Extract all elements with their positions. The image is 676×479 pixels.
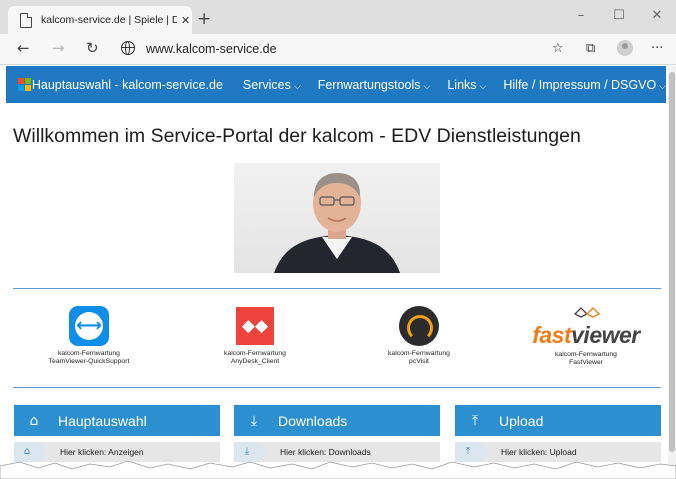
divider-top — [13, 288, 661, 289]
panel-title: Hauptauswahl — [58, 412, 147, 429]
chevron-down-icon: ⌵ — [479, 80, 487, 91]
windows-logo-icon — [18, 78, 31, 91]
tool-pcvisit[interactable]: kalcom-Fernwartung pcVisit — [344, 306, 494, 366]
anydesk-icon: ◆◆ — [236, 307, 274, 345]
browser-toolbar: ← → ↻ www.kalcom-service.de ☆ ⧉ ··· — [0, 34, 676, 65]
tab-close-icon[interactable]: ✕ — [181, 14, 190, 27]
forward-button[interactable]: → — [52, 39, 65, 57]
tool-fastviewer[interactable]: fastviewer kalcom-Fernwartung FastViewer — [511, 304, 661, 367]
teamviewer-icon — [69, 306, 109, 346]
new-tab-button[interactable]: + — [197, 9, 211, 29]
chevron-down-icon: ⌵ — [293, 80, 301, 91]
panel-title: Downloads — [278, 412, 348, 429]
nav-item-fernwartungstools[interactable]: Fernwartungstools ⌵ — [318, 78, 431, 92]
nav-item-label: Services — [242, 77, 291, 92]
home-icon: ⌂ — [29, 412, 39, 429]
tab-title: kalcom-service.de | Spiele | Das S — [41, 14, 177, 26]
more-menu-icon[interactable]: ··· — [651, 41, 663, 56]
globe-icon — [121, 41, 135, 55]
collections-icon[interactable]: ⧉ — [586, 41, 595, 56]
panel-hauptauswahl[interactable]: ⌂ Hauptauswahl — [14, 405, 220, 436]
tool-caption-line1: kalcom-Fernwartung — [555, 351, 617, 358]
maximize-button[interactable]: ☐ — [600, 0, 638, 30]
fastviewer-mark-icon — [573, 307, 601, 318]
browser-tab[interactable]: kalcom-service.de | Spiele | Das S ✕ — [8, 6, 192, 34]
tool-caption-line2: TeamViewer-QuickSupport — [48, 358, 130, 365]
nav-brand-link[interactable]: Hauptauswahl - kalcom-service.de — [32, 78, 223, 92]
pcvisit-icon — [399, 306, 439, 346]
favorites-icon[interactable]: ☆ — [552, 41, 564, 56]
minimize-button[interactable]: – — [562, 0, 600, 30]
portrait-photo — [234, 163, 440, 273]
download-icon: ⤓ — [250, 412, 258, 429]
tool-caption-line1: kalcom-Fernwartung — [224, 350, 286, 357]
browser-window: kalcom-service.de | Spiele | Das S ✕ + –… — [0, 0, 676, 479]
tool-caption-line2: FastViewer — [569, 359, 603, 366]
address-bar[interactable]: www.kalcom-service.de — [146, 42, 277, 56]
portrait-illustration — [274, 173, 400, 273]
nav-item-links[interactable]: Links ⌵ — [447, 78, 486, 92]
crumb-link[interactable]: Hier klicken: Downloads — [280, 447, 371, 457]
close-window-button[interactable]: ✕ — [638, 0, 676, 30]
tool-teamviewer[interactable]: kalcom-Fernwartung TeamViewer-QuickSuppo… — [14, 306, 164, 366]
tool-caption-line2: pcVisit — [409, 358, 429, 365]
tool-anydesk[interactable]: ◆◆ kalcom-Fernwartung AnyDesk_Client — [180, 307, 330, 366]
logo-text-fast: fast — [532, 322, 572, 348]
panel-upload[interactable]: ⤒ Upload — [455, 405, 661, 436]
chevron-down-icon: ⌵ — [423, 80, 431, 91]
tool-caption-line1: kalcom-Fernwartung — [58, 350, 120, 357]
crumb-link[interactable]: Hier klicken: Anzeigen — [60, 447, 144, 457]
page-title: Willkommen im Service-Portal der kalcom … — [13, 125, 581, 147]
back-button[interactable]: ← — [17, 39, 30, 57]
window-controls: – ☐ ✕ — [562, 0, 676, 34]
site-navbar: Hauptauswahl - kalcom-service.de Service… — [6, 66, 666, 103]
panel-title: Upload — [499, 412, 544, 429]
nav-item-label: Fernwartungstools — [317, 77, 421, 92]
chevron-down-icon: ⌵ — [659, 80, 666, 91]
logo-text-viewer: viewer — [571, 322, 640, 348]
nav-item-hilfe[interactable]: Hilfe / Impressum / DSGVO ⌵ — [503, 78, 666, 92]
upload-icon: ⤒ — [471, 412, 479, 429]
tab-strip: kalcom-service.de | Spiele | Das S ✕ + –… — [0, 0, 676, 34]
tool-caption-line2: AnyDesk_Client — [230, 358, 280, 365]
divider-bottom — [13, 387, 661, 388]
scrollbar-thumb[interactable] — [669, 72, 675, 452]
fastviewer-logo: fastviewer — [511, 322, 661, 349]
vertical-scrollbar[interactable] — [668, 66, 676, 466]
refresh-button[interactable]: ↻ — [86, 39, 99, 57]
nav-item-services[interactable]: Services ⌵ — [243, 78, 301, 92]
torn-edge-decoration — [0, 460, 676, 479]
nav-item-label: Links — [447, 77, 477, 92]
page-icon — [20, 12, 32, 28]
crumb-link[interactable]: Hier klicken: Upload — [501, 447, 577, 457]
nav-item-label: Hilfe / Impressum / DSGVO — [503, 77, 657, 92]
tool-caption-line1: kalcom-Fernwartung — [388, 350, 450, 357]
profile-avatar[interactable] — [617, 40, 633, 56]
panel-downloads[interactable]: ⤓ Downloads — [234, 405, 440, 436]
